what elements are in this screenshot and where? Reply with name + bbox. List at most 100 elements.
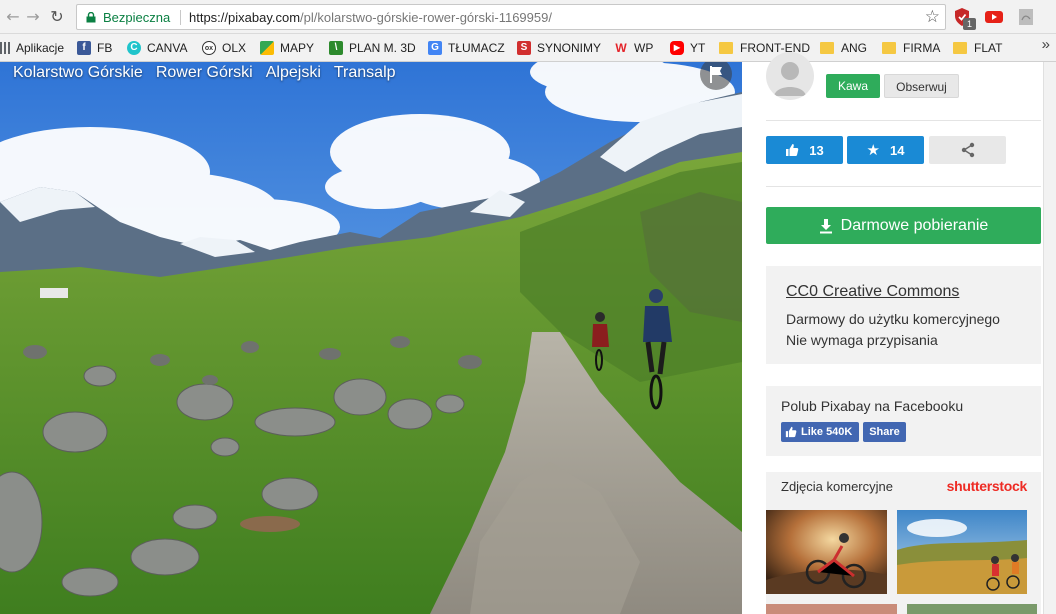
more-bookmarks-icon[interactable]: » <box>1042 36 1050 53</box>
apps-grid-icon <box>0 42 10 54</box>
bookmark-firma[interactable]: FIRMA <box>882 39 940 57</box>
shutterstock-thumbnail[interactable] <box>766 604 897 614</box>
lock-icon <box>86 12 96 23</box>
bookmark-label: FLAT <box>974 41 1003 55</box>
divider <box>766 120 1041 121</box>
bookmark-apps[interactable]: Aplikacje <box>0 39 64 57</box>
shutterstock-thumbnail[interactable] <box>897 510 1027 594</box>
free-download-button[interactable]: Darmowe pobieranie <box>766 207 1041 244</box>
content-gutter <box>742 62 760 614</box>
shutterstock-box: Zdjęcia komercyjne shutterstock <box>766 472 1041 614</box>
follow-button[interactable]: Obserwuj <box>884 74 959 98</box>
user-silhouette-icon <box>774 62 806 96</box>
bookmark-plan[interactable]: \ PLAN M. 3D <box>329 39 416 57</box>
bookmark-canva[interactable]: C CANVA <box>127 39 187 57</box>
like-count: 13 <box>809 142 824 158</box>
photo-tags: Kolarstwo Górskie Rower Górski Alpejski … <box>13 64 396 82</box>
bookmark-star-icon[interactable]: ☆ <box>925 7 940 27</box>
secure-label: Bezpieczna <box>103 10 171 25</box>
share-icon <box>961 142 974 158</box>
bookmark-label: Aplikacje <box>16 41 65 55</box>
star-icon: ★ <box>866 141 880 159</box>
thumbnail-image <box>766 510 887 594</box>
bookmark-label: FIRMA <box>903 41 941 55</box>
download-label: Darmowe pobieranie <box>840 216 989 234</box>
license-attribution-text: Nie wymaga przypisania <box>786 332 938 348</box>
divider <box>766 186 1041 187</box>
page-scrollbar[interactable] <box>1043 62 1056 614</box>
license-title-link[interactable]: CC0 Creative Commons <box>786 283 959 301</box>
shutterstock-thumbnail[interactable] <box>766 510 887 594</box>
license-box: CC0 Creative Commons Darmowy do użytku k… <box>766 266 1041 364</box>
forward-arrow-icon[interactable]: → <box>22 6 44 28</box>
google-maps-icon <box>260 41 274 55</box>
report-flag-button[interactable] <box>700 62 732 90</box>
bookmark-ang[interactable]: ANG <box>820 39 867 57</box>
main-photo[interactable]: Kolarstwo Górskie Rower Górski Alpejski … <box>0 62 742 614</box>
bookmark-label: ANG <box>841 41 868 55</box>
folder-icon <box>953 42 967 54</box>
google-translate-icon: G <box>428 41 442 55</box>
mountain-bike-photo <box>0 62 742 614</box>
bookmark-wp[interactable]: W WP <box>614 39 653 57</box>
url-text[interactable]: https://pixabay.com/pl/kolarstwo-górskie… <box>189 10 552 25</box>
bookmark-olx[interactable]: ox OLX <box>202 39 246 57</box>
pdf-extension-icon[interactable] <box>1016 7 1036 27</box>
bookmark-synonimy[interactable]: S SYNONIMY <box>517 39 601 57</box>
wp-icon: W <box>615 41 627 55</box>
bookmark-flat[interactable]: FLAT <box>953 39 1002 57</box>
bookmark-label: WP <box>634 41 654 55</box>
address-bar[interactable]: Bezpieczna https://pixabay.com/pl/kolars… <box>76 4 946 30</box>
bookmark-label: MAPY <box>280 41 315 55</box>
plan-icon: \ <box>329 41 343 55</box>
facebook-like-label: Like 540K <box>801 426 853 438</box>
shutterstock-thumbnail[interactable] <box>907 604 1037 614</box>
url-path: /pl/kolarstwo-górskie-rower-górski-11699… <box>300 10 552 25</box>
facebook-like-button[interactable]: Like 540K <box>781 422 859 442</box>
facebook-box: Polub Pixabay na Facebooku Like 540K Sha… <box>766 386 1041 456</box>
tag-link[interactable]: Transalp <box>334 64 396 82</box>
youtube-extension-icon[interactable] <box>984 7 1004 27</box>
back-arrow-icon[interactable]: ← <box>2 6 24 28</box>
download-icon <box>819 218 832 233</box>
bookmark-label: FB <box>97 41 113 55</box>
bookmark-tlumacz[interactable]: G TŁUMACZ <box>428 39 505 57</box>
tag-link[interactable]: Alpejski <box>266 64 321 82</box>
flag-icon <box>710 66 722 83</box>
bookmark-label: FRONT-END <box>740 41 810 55</box>
thumbnail-image <box>897 510 1027 594</box>
olx-icon: ox <box>202 41 216 55</box>
omnibox-divider <box>180 10 181 25</box>
shutterstock-logo[interactable]: shutterstock <box>947 478 1028 494</box>
bookmark-label: OLX <box>222 41 247 55</box>
bookmark-fb[interactable]: f FB <box>77 39 112 57</box>
extension-badge: 1 <box>963 18 976 30</box>
tag-link[interactable]: Kolarstwo Górskie <box>13 64 143 82</box>
folder-icon <box>882 42 896 54</box>
bookmark-label: PLAN M. 3D <box>349 41 416 55</box>
user-name-button[interactable]: Kawa <box>826 74 880 98</box>
tag-link[interactable]: Rower Górski <box>156 64 253 82</box>
facebook-share-button[interactable]: Share <box>863 422 906 442</box>
bookmark-label: SYNONIMY <box>537 41 602 55</box>
favorite-button[interactable]: ★ 14 <box>847 136 924 164</box>
canva-icon: C <box>127 41 141 55</box>
bookmark-yt[interactable]: ▶ YT <box>670 39 705 57</box>
user-avatar[interactable] <box>766 52 814 100</box>
thumbs-up-icon <box>785 426 797 438</box>
commercial-photos-label: Zdjęcia komercyjne <box>781 479 893 494</box>
favorite-count: 14 <box>889 142 905 158</box>
url-host: https://pixabay.com <box>189 10 301 25</box>
reload-icon[interactable]: ↻ <box>46 6 68 28</box>
folder-icon <box>719 42 733 54</box>
thumbs-up-icon <box>786 144 799 156</box>
bookmarks-bar: Aplikacje f FB C CANVA ox OLX MAPY \ PLA… <box>0 34 1056 62</box>
share-button[interactable] <box>929 136 1006 164</box>
like-button[interactable]: 13 <box>766 136 843 164</box>
folder-icon <box>820 42 834 54</box>
facebook-icon: f <box>77 41 91 55</box>
bookmark-label: YT <box>690 41 706 55</box>
browser-toolbar: ← → ↻ Bezpieczna https://pixabay.com/pl/… <box>0 0 1056 34</box>
bookmark-mapy[interactable]: MAPY <box>260 39 314 57</box>
synonimy-icon: S <box>517 41 531 55</box>
